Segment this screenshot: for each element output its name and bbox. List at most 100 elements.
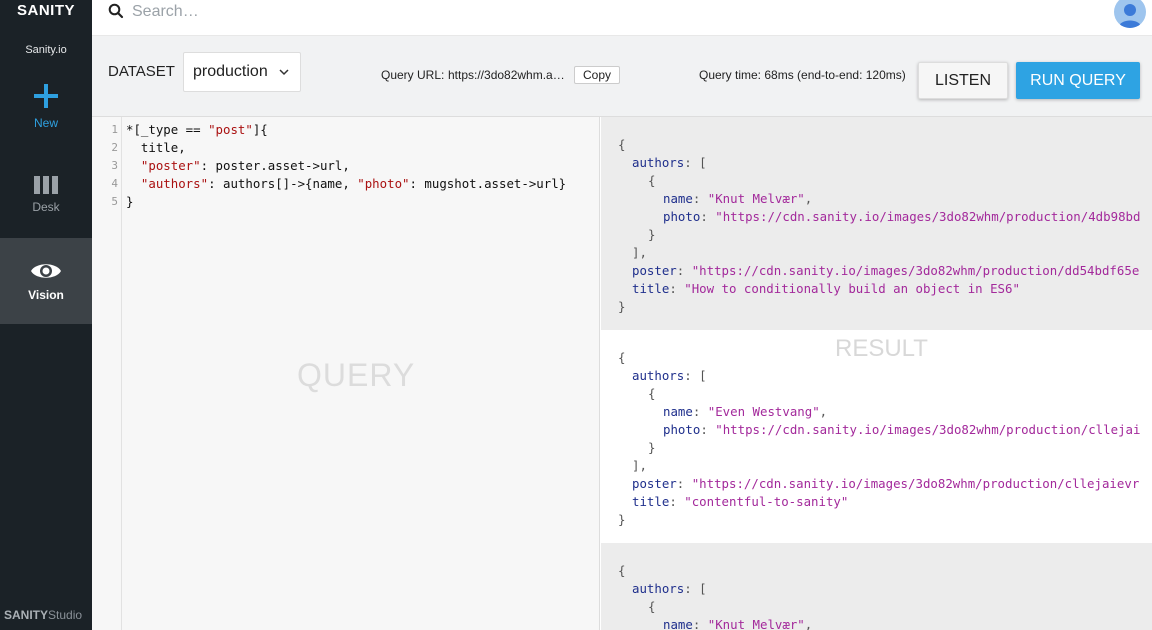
json-line: photo: "https://cdn.sanity.io/images/3do… (663, 209, 1141, 224)
tool-desk-label: Desk (32, 200, 60, 214)
result-item: { authors: [ { name: "Knut Melvær", phot… (601, 117, 1152, 330)
json-line: name: "Knut Melvær", (663, 617, 813, 630)
json-brace: { (618, 350, 626, 365)
result-pane: { authors: [ { name: "Knut Melvær", phot… (601, 117, 1152, 630)
result-watermark: RESULT (835, 335, 928, 362)
json-key: name (663, 191, 693, 206)
line-number: 4 (111, 177, 118, 190)
json-brace: { (618, 563, 626, 578)
json-brace: { (648, 173, 656, 188)
code-token: : mugshot.asset->url} (409, 176, 567, 191)
json-brace: } (618, 299, 626, 314)
code-string: "poster" (140, 158, 201, 173)
json-value: "https://cdn.sanity.io/images/3do82whm/p… (691, 263, 1140, 278)
plus-icon (34, 84, 58, 108)
site-name: Sanity.io (25, 44, 67, 56)
json-brace: { (618, 137, 626, 152)
dataset-label: DATASET (108, 63, 175, 80)
json-brace: { (648, 386, 656, 401)
json-key: authors (632, 368, 685, 383)
code-line: "poster": poster.asset->url, (126, 158, 350, 173)
json-value: "Knut Melvær" (707, 617, 805, 630)
studio-brand: SANITY (4, 608, 49, 622)
code-token: *[_type == (126, 122, 209, 137)
json-line: name: "Even Westvang", (663, 404, 828, 419)
json-line: authors: [ (632, 581, 707, 596)
code-token: ]{ (252, 122, 268, 137)
json-line: title: "contentful-to-sanity" (632, 494, 849, 509)
json-brace: } (648, 440, 656, 455)
desk-columns-icon (34, 176, 58, 194)
json-key: poster (632, 476, 677, 491)
line-number: 1 (111, 123, 118, 136)
json-key: title (632, 494, 670, 509)
dataset-select[interactable]: production (183, 52, 301, 92)
json-line: poster: "https://cdn.sanity.io/images/3d… (632, 476, 1140, 491)
brand-logo[interactable]: SANITY (0, 0, 92, 19)
eye-icon (31, 264, 61, 278)
sidebar: SANITY Sanity.io New Desk Vision SANITYS… (0, 0, 92, 630)
json-line: poster: "https://cdn.sanity.io/images/3d… (632, 263, 1140, 278)
json-value: "contentful-to-sanity" (684, 494, 849, 509)
studio-mark: SANITYStudio (4, 608, 82, 622)
json-line: authors: [ (632, 368, 707, 383)
search-input[interactable] (132, 1, 732, 23)
listen-button[interactable]: LISTEN (918, 62, 1008, 99)
json-brace: } (618, 512, 626, 527)
json-value: "https://cdn.sanity.io/images/3do82whm/p… (715, 422, 1141, 437)
json-value: "Knut Melvær" (707, 191, 805, 206)
json-key: authors (632, 155, 685, 170)
studio-suffix: Studio (48, 608, 83, 622)
code-line: title, (126, 140, 186, 155)
json-key: authors (632, 581, 685, 596)
user-avatar-icon[interactable] (1114, 0, 1146, 28)
json-line: title: "How to conditionally build an ob… (632, 281, 1020, 296)
tool-vision[interactable]: Vision (0, 238, 92, 324)
code-token: } (126, 194, 134, 209)
tool-vision-label: Vision (28, 288, 64, 302)
code-token: title, (126, 140, 186, 155)
code-line: "authors": authors[]->{name, "photo": mu… (126, 176, 566, 191)
tool-new-label: New (33, 116, 58, 130)
json-line: authors: [ (632, 155, 707, 170)
code-string: "post" (208, 122, 253, 137)
query-watermark: QUERY (297, 357, 416, 393)
code-string: "authors" (140, 176, 209, 191)
code-string: "photo" (357, 176, 410, 191)
chevron-down-icon (279, 69, 289, 76)
line-number: 3 (111, 159, 118, 172)
run-query-button[interactable]: RUN QUERY (1016, 62, 1140, 99)
code-token: : authors[]->{name, (208, 176, 358, 191)
top-bar (92, 0, 1152, 36)
search-icon (108, 3, 124, 19)
json-key: title (632, 281, 670, 296)
code-line: } (126, 194, 133, 209)
json-value: "https://cdn.sanity.io/images/3do82whm/p… (691, 476, 1140, 491)
json-brace: ], (632, 458, 647, 473)
json-line: name: "Knut Melvær", (663, 191, 813, 206)
json-key: photo (663, 209, 701, 224)
json-value: "Even Westvang" (707, 404, 820, 419)
vision-header: DATASET production Query URL: https://3d… (92, 36, 1152, 117)
json-brace: } (648, 227, 656, 242)
query-url-label: Query URL: (381, 68, 445, 82)
tool-new[interactable]: New (0, 80, 92, 166)
query-editor[interactable]: 1 2 3 4 5 *[_type == "post"]{ title, "po… (92, 117, 600, 630)
json-brace: { (648, 599, 656, 614)
json-brace: ], (632, 245, 647, 260)
dataset-selected-value: production (193, 63, 268, 80)
json-key: name (663, 404, 693, 419)
query-time: Query time: 68ms (end-to-end: 120ms) (699, 68, 906, 82)
json-value: "How to conditionally build an object in… (684, 281, 1020, 296)
line-number-gutter: 1 2 3 4 5 (92, 117, 122, 630)
code-token: : poster.asset->url, (200, 158, 350, 173)
json-key: poster (632, 263, 677, 278)
json-line: photo: "https://cdn.sanity.io/images/3do… (663, 422, 1141, 437)
line-number: 5 (111, 195, 118, 208)
line-number: 2 (111, 141, 118, 154)
json-key: photo (663, 422, 701, 437)
copy-url-button[interactable]: Copy (574, 66, 620, 84)
query-url-value[interactable]: https://3do82whm.a… (448, 68, 565, 82)
